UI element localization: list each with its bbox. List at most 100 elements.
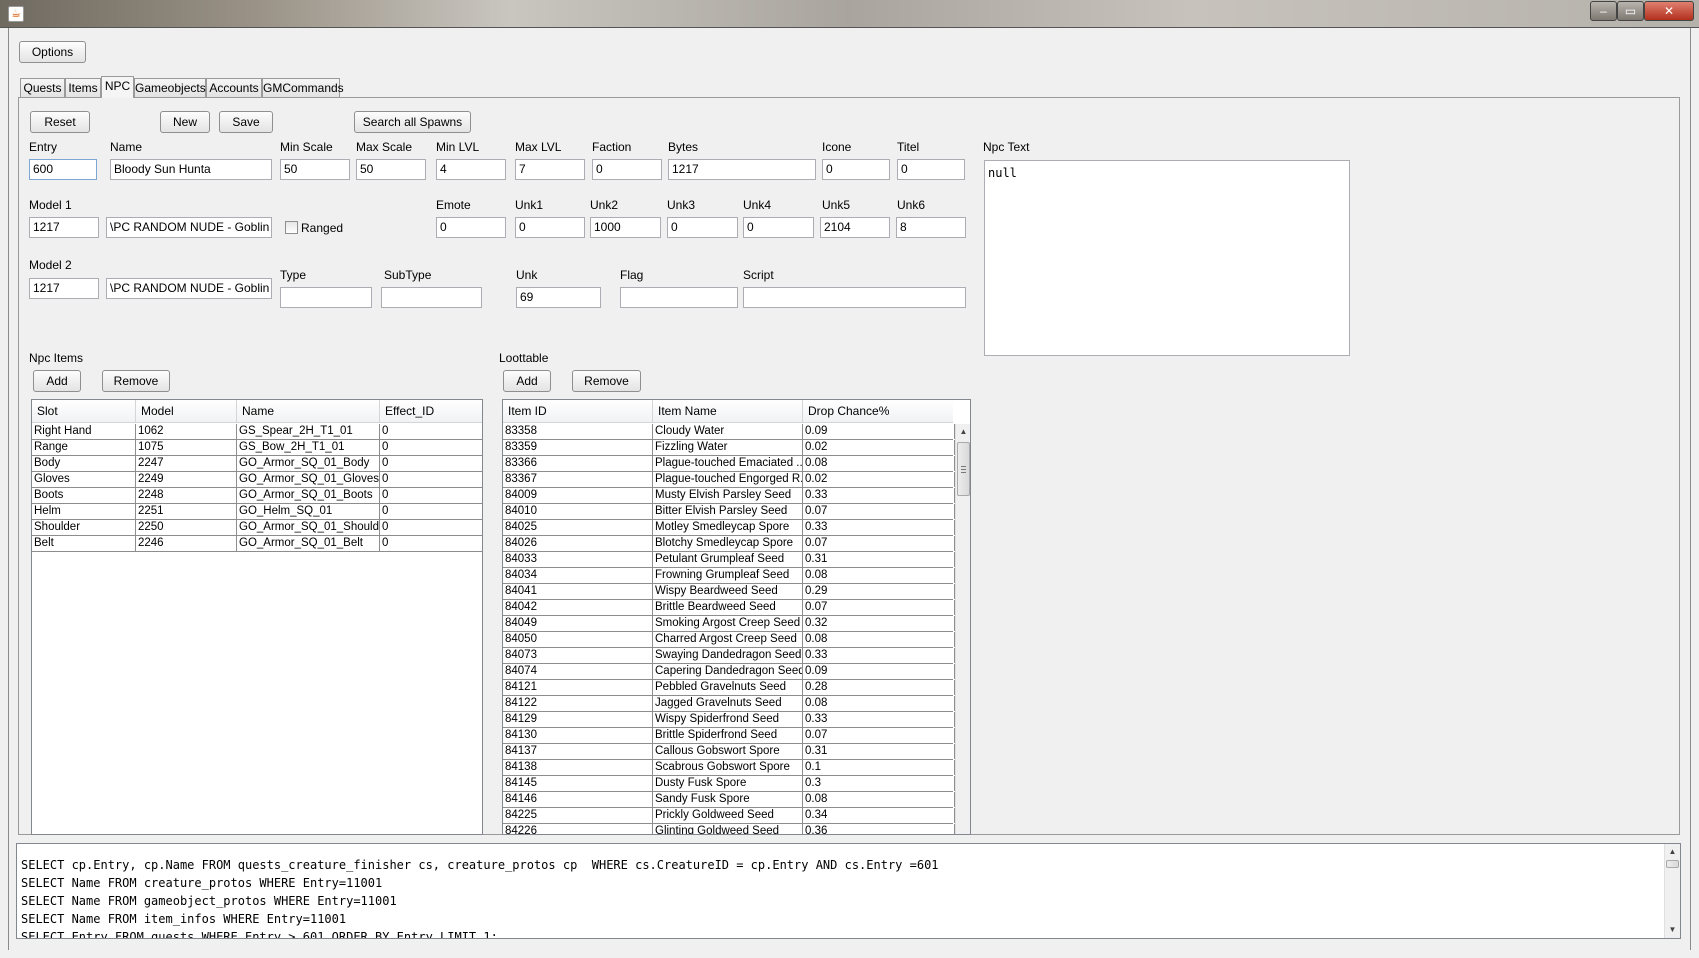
- column-header-slot[interactable]: Slot: [32, 400, 136, 423]
- cell-drop-chance[interactable]: 0.32: [803, 616, 955, 631]
- cell-model[interactable]: 2251: [136, 504, 237, 519]
- cell-item-name[interactable]: Glinting Goldweed Seed: [653, 824, 803, 834]
- cell-model[interactable]: 2248: [136, 488, 237, 503]
- tab-items[interactable]: Items: [65, 78, 101, 97]
- cell-slot[interactable]: Right Hand: [32, 424, 136, 439]
- cell-drop-chance[interactable]: 0.07: [803, 504, 955, 519]
- tab-quests[interactable]: Quests: [20, 78, 65, 97]
- cell-item-id[interactable]: 84042: [503, 600, 653, 615]
- cell-item-name[interactable]: Dusty Fusk Spore: [653, 776, 803, 791]
- cell-slot[interactable]: Body: [32, 456, 136, 471]
- unk3-field[interactable]: 0: [667, 217, 738, 238]
- table-row[interactable]: 83367 Plague-touched Engorged R... 0.02: [503, 472, 955, 488]
- cell-drop-chance[interactable]: 0.09: [803, 424, 955, 439]
- table-row[interactable]: 84025 Motley Smedleycap Spore 0.33: [503, 520, 955, 536]
- column-header-name[interactable]: Name: [237, 400, 380, 423]
- table-row[interactable]: Helm 2251 GO_Helm_SQ_01 0: [32, 504, 482, 520]
- cell-drop-chance[interactable]: 0.29: [803, 584, 955, 599]
- scroll-down-icon[interactable]: ▼: [1665, 922, 1680, 938]
- column-header-model[interactable]: Model: [136, 400, 237, 423]
- model1-field[interactable]: 1217: [29, 217, 99, 238]
- tab-gameobjects[interactable]: Gameobjects: [134, 78, 206, 97]
- table-row[interactable]: Gloves 2249 GO_Armor_SQ_01_Gloves 0: [32, 472, 482, 488]
- icone-field[interactable]: 0: [822, 159, 890, 180]
- cell-name[interactable]: GO_Helm_SQ_01: [237, 504, 380, 519]
- unk1-field[interactable]: 0: [515, 217, 585, 238]
- cell-item-id[interactable]: 83366: [503, 456, 653, 471]
- cell-item-name[interactable]: Wispy Spiderfrond Seed: [653, 712, 803, 727]
- cell-effect-id[interactable]: 0: [380, 504, 482, 519]
- unk2-field[interactable]: 1000: [590, 217, 661, 238]
- cell-name[interactable]: GO_Armor_SQ_01_Boots: [237, 488, 380, 503]
- cell-item-name[interactable]: Wispy Beardweed Seed: [653, 584, 803, 599]
- table-row[interactable]: Shoulder 2250 GO_Armor_SQ_01_Shoulder 0: [32, 520, 482, 536]
- cell-item-id[interactable]: 84146: [503, 792, 653, 807]
- close-icon[interactable]: ✕: [1644, 1, 1694, 21]
- cell-drop-chance[interactable]: 0.33: [803, 712, 955, 727]
- cell-item-name[interactable]: Pebbled Gravelnuts Seed: [653, 680, 803, 695]
- cell-item-id[interactable]: 84041: [503, 584, 653, 599]
- table-row[interactable]: Right Hand 1062 GS_Spear_2H_T1_01 0: [32, 424, 482, 440]
- new-button[interactable]: New: [160, 111, 210, 133]
- entry-field[interactable]: 600: [29, 159, 97, 180]
- model1-name-field[interactable]: \PC RANDOM NUDE - Goblin Male: [106, 217, 272, 238]
- bytes-field[interactable]: 1217: [668, 159, 816, 180]
- cell-item-name[interactable]: Plague-touched Emaciated ...: [653, 456, 803, 471]
- cell-slot[interactable]: Shoulder: [32, 520, 136, 535]
- table-row[interactable]: Belt 2246 GO_Armor_SQ_01_Belt 0: [32, 536, 482, 552]
- sql-log-area[interactable]: SELECT cp.Entry, cp.Name FROM quests_cre…: [16, 843, 1681, 939]
- cell-item-id[interactable]: 84025: [503, 520, 653, 535]
- table-row[interactable]: 83358 Cloudy Water 0.09: [503, 424, 955, 440]
- table-row[interactable]: 84026 Blotchy Smedleycap Spore 0.07: [503, 536, 955, 552]
- cell-item-name[interactable]: Blotchy Smedleycap Spore: [653, 536, 803, 551]
- cell-model[interactable]: 1062: [136, 424, 237, 439]
- cell-item-name[interactable]: Brittle Beardweed Seed: [653, 600, 803, 615]
- table-row[interactable]: 84010 Bitter Elvish Parsley Seed 0.07: [503, 504, 955, 520]
- npc-text-area[interactable]: null: [984, 160, 1350, 356]
- cell-drop-chance[interactable]: 0.07: [803, 536, 955, 551]
- scroll-thumb[interactable]: [957, 442, 970, 496]
- sql-log-scrollbar[interactable]: ▲ ▼: [1664, 844, 1680, 938]
- cell-drop-chance[interactable]: 0.09: [803, 664, 955, 679]
- cell-item-id[interactable]: 84050: [503, 632, 653, 647]
- cell-name[interactable]: GS_Spear_2H_T1_01: [237, 424, 380, 439]
- cell-item-id[interactable]: 83367: [503, 472, 653, 487]
- cell-drop-chance[interactable]: 0.08: [803, 632, 955, 647]
- cell-item-id[interactable]: 84130: [503, 728, 653, 743]
- cell-item-id[interactable]: 84225: [503, 808, 653, 823]
- table-row[interactable]: 84121 Pebbled Gravelnuts Seed 0.28: [503, 680, 955, 696]
- cell-item-id[interactable]: 84074: [503, 664, 653, 679]
- cell-item-id[interactable]: 84049: [503, 616, 653, 631]
- cell-slot[interactable]: Helm: [32, 504, 136, 519]
- table-row[interactable]: 83366 Plague-touched Emaciated ... 0.08: [503, 456, 955, 472]
- table-row[interactable]: 84129 Wispy Spiderfrond Seed 0.33: [503, 712, 955, 728]
- cell-item-name[interactable]: Brittle Spiderfrond Seed: [653, 728, 803, 743]
- tab-accounts[interactable]: Accounts: [206, 78, 262, 97]
- cell-slot[interactable]: Range: [32, 440, 136, 455]
- tab-npc[interactable]: NPC: [101, 76, 134, 98]
- cell-slot[interactable]: Gloves: [32, 472, 136, 487]
- model2-field[interactable]: 1217: [29, 278, 99, 299]
- cell-effect-id[interactable]: 0: [380, 440, 482, 455]
- ranged-checkbox[interactable]: [285, 221, 298, 234]
- npc-items-remove-button[interactable]: Remove: [102, 370, 170, 392]
- cell-slot[interactable]: Belt: [32, 536, 136, 551]
- unk-field[interactable]: 69: [516, 287, 601, 308]
- cell-drop-chance[interactable]: 0.02: [803, 440, 955, 455]
- table-row[interactable]: Range 1075 GS_Bow_2H_T1_01 0: [32, 440, 482, 456]
- cell-drop-chance[interactable]: 0.08: [803, 792, 955, 807]
- table-row[interactable]: 84122 Jagged Gravelnuts Seed 0.08: [503, 696, 955, 712]
- cell-model[interactable]: 2249: [136, 472, 237, 487]
- cell-item-id[interactable]: 83358: [503, 424, 653, 439]
- loottable-scrollbar[interactable]: ▲: [955, 424, 970, 834]
- search-all-spawns-button[interactable]: Search all Spawns: [354, 111, 471, 133]
- cell-item-name[interactable]: Jagged Gravelnuts Seed: [653, 696, 803, 711]
- cell-model[interactable]: 2250: [136, 520, 237, 535]
- cell-item-id[interactable]: 84121: [503, 680, 653, 695]
- cell-item-name[interactable]: Sandy Fusk Spore: [653, 792, 803, 807]
- cell-item-name[interactable]: Fizzling Water: [653, 440, 803, 455]
- cell-effect-id[interactable]: 0: [380, 472, 482, 487]
- cell-item-name[interactable]: Smoking Argost Creep Seed: [653, 616, 803, 631]
- options-button[interactable]: Options: [19, 41, 86, 63]
- table-row[interactable]: 84130 Brittle Spiderfrond Seed 0.07: [503, 728, 955, 744]
